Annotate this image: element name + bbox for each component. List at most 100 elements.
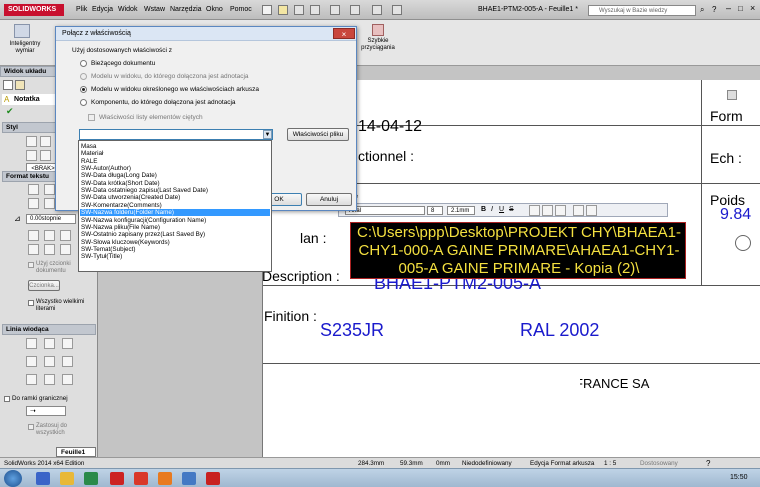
font-select[interactable]: Arial [345,206,425,215]
center-align-icon[interactable] [542,205,553,216]
table-icon[interactable] [60,244,71,255]
leader-nearest-icon[interactable] [44,374,55,385]
dropdown-option[interactable]: SW-Data utworzenia(Created Date) [81,194,180,201]
menu-tools[interactable]: Narzędzia [170,6,202,13]
pdf-icon[interactable] [206,472,220,485]
open-file-icon[interactable] [278,5,288,15]
insert-hyperlink-icon[interactable] [28,244,39,255]
dialog-close-icon[interactable]: × [333,28,355,39]
solidworks-taskbar-icon[interactable] [110,472,124,485]
chevron-down-icon[interactable]: ▼ [263,130,272,139]
arrow-style-select[interactable]: ➝ [26,406,66,416]
link-property-icon[interactable] [28,230,39,241]
maximize-icon[interactable]: □ [738,4,743,13]
update-style-icon[interactable] [40,136,51,147]
close-icon[interactable]: × [750,3,755,13]
dropdown-option[interactable]: SW-Nazwa konfiguracji(Configuration Name… [81,217,206,224]
menu-help[interactable]: Pomoc [230,6,252,13]
dropdown-option[interactable]: SW-Komentarze(Comments) [81,202,162,209]
align-right-icon[interactable] [28,198,39,209]
lock-note-icon[interactable] [60,230,71,241]
selected-note[interactable]: C:\Users\ppp\Desktop\PROJEKT CHY\BHAEA1-… [350,222,686,279]
justify-icon[interactable] [44,198,55,209]
dropdown-option[interactable]: SW-Data ostatniego zapisu(Last Saved Dat… [81,187,208,194]
model-sheet-properties-radio[interactable] [80,86,87,93]
use-doc-font-checkbox[interactable] [28,262,34,268]
dropdown-option[interactable]: RALE [81,158,97,165]
menu-insert[interactable]: Wstaw [144,6,165,13]
rebuild-icon[interactable] [372,5,382,15]
undo-icon[interactable] [330,5,340,15]
quick-snaps-button[interactable]: Szybkie przyciągania [356,38,400,52]
ie-icon[interactable] [36,472,50,485]
dropdown-option[interactable]: SW-Temat(Subject) [81,246,135,253]
apply-all-checkbox[interactable] [28,424,34,430]
angle-input[interactable]: 0.00stopnie [26,214,76,224]
leader-straight-icon[interactable] [44,338,55,349]
file-properties-button[interactable]: Właściwości pliku [287,128,349,141]
player-icon[interactable] [84,472,98,485]
print-icon[interactable] [310,5,320,15]
app-icon[interactable] [134,472,148,485]
cancel-button[interactable]: Anuluj [306,193,352,206]
bullets-icon[interactable] [573,205,584,216]
right-align-icon[interactable] [555,205,566,216]
to-border-checkbox[interactable] [4,396,10,402]
menu-file[interactable]: Plik [76,6,87,13]
view-orientation-icon[interactable] [727,90,737,100]
current-document-radio[interactable] [80,60,87,67]
units-status[interactable]: Dostosowany [640,460,678,467]
numbering-icon[interactable] [586,205,597,216]
leader-underline-icon[interactable] [62,374,73,385]
leader-right-icon[interactable] [26,374,37,385]
dropdown-option[interactable]: Masa [81,143,96,150]
dropdown-option[interactable]: SW-Nazwa folderu(Folder Name) [80,209,270,217]
feature-tree-icon[interactable] [3,80,13,90]
add-style-icon[interactable] [26,136,37,147]
text-height-input[interactable]: 2.1mm [447,206,475,215]
dropdown-option[interactable]: SW-Autor(Author) [81,165,131,172]
strikethrough-icon[interactable]: S [509,206,514,213]
dropdown-option[interactable]: SW-Ostatnio zapisany przez(Last Saved By… [81,231,205,238]
save-icon[interactable] [294,5,304,15]
leader-spline-icon[interactable] [26,356,37,367]
dropdown-option[interactable]: Materiał [81,150,103,157]
menu-window[interactable]: Okno [206,6,223,13]
font-size-select[interactable]: 8 [427,206,443,215]
dropdown-option[interactable]: SW-Data krótka(Short Date) [81,180,160,187]
save-style-icon[interactable] [26,150,37,161]
search-input[interactable]: Wyszukaj w Bazie wiedzy [588,5,696,16]
app-icon[interactable] [182,472,196,485]
quick-snaps-icon[interactable] [372,24,384,36]
select-icon[interactable] [350,5,360,15]
sheet-tab[interactable]: Feuille1 [56,447,96,457]
new-file-icon[interactable] [262,5,272,15]
component-radio[interactable] [80,99,87,106]
leader-left-icon[interactable] [62,356,73,367]
dropdown-option[interactable]: SW-Data długa(Long Date) [81,172,157,179]
add-symbol-icon[interactable] [44,230,55,241]
smart-dimension-icon[interactable] [14,24,30,38]
stack-note-icon[interactable] [44,244,55,255]
dropdown-option[interactable]: SW-Tytuł(Title) [81,253,122,260]
leader-section[interactable]: Linia wiodąca [2,324,96,335]
check-icon[interactable]: ✔ [6,106,14,117]
align-left-icon[interactable] [28,184,39,195]
firefox-icon[interactable] [158,472,172,485]
property-manager-icon[interactable] [15,80,25,90]
dropdown-option[interactable]: SW-Nazwa pliku(File Name) [81,224,160,231]
dropdown-option[interactable]: SW-Słowa kluczowe(Keywords) [81,239,170,246]
load-style-icon[interactable] [40,150,51,161]
bold-icon[interactable]: B [481,206,486,213]
leader-none-icon[interactable] [26,338,37,349]
font-button[interactable]: Czcionka... [28,280,60,291]
solidworks-logo[interactable]: SOLIDWORKS [4,4,64,16]
smart-dimension-button[interactable]: Inteligentny wymiar [2,41,48,55]
help-icon[interactable]: ? [706,459,710,468]
explorer-icon[interactable] [60,472,74,485]
italic-icon[interactable]: I [491,206,493,213]
underline-icon[interactable]: U [499,206,504,213]
help-icon[interactable]: ? [712,5,716,14]
menu-view[interactable]: Widok [118,6,137,13]
left-align-icon[interactable] [529,205,540,216]
